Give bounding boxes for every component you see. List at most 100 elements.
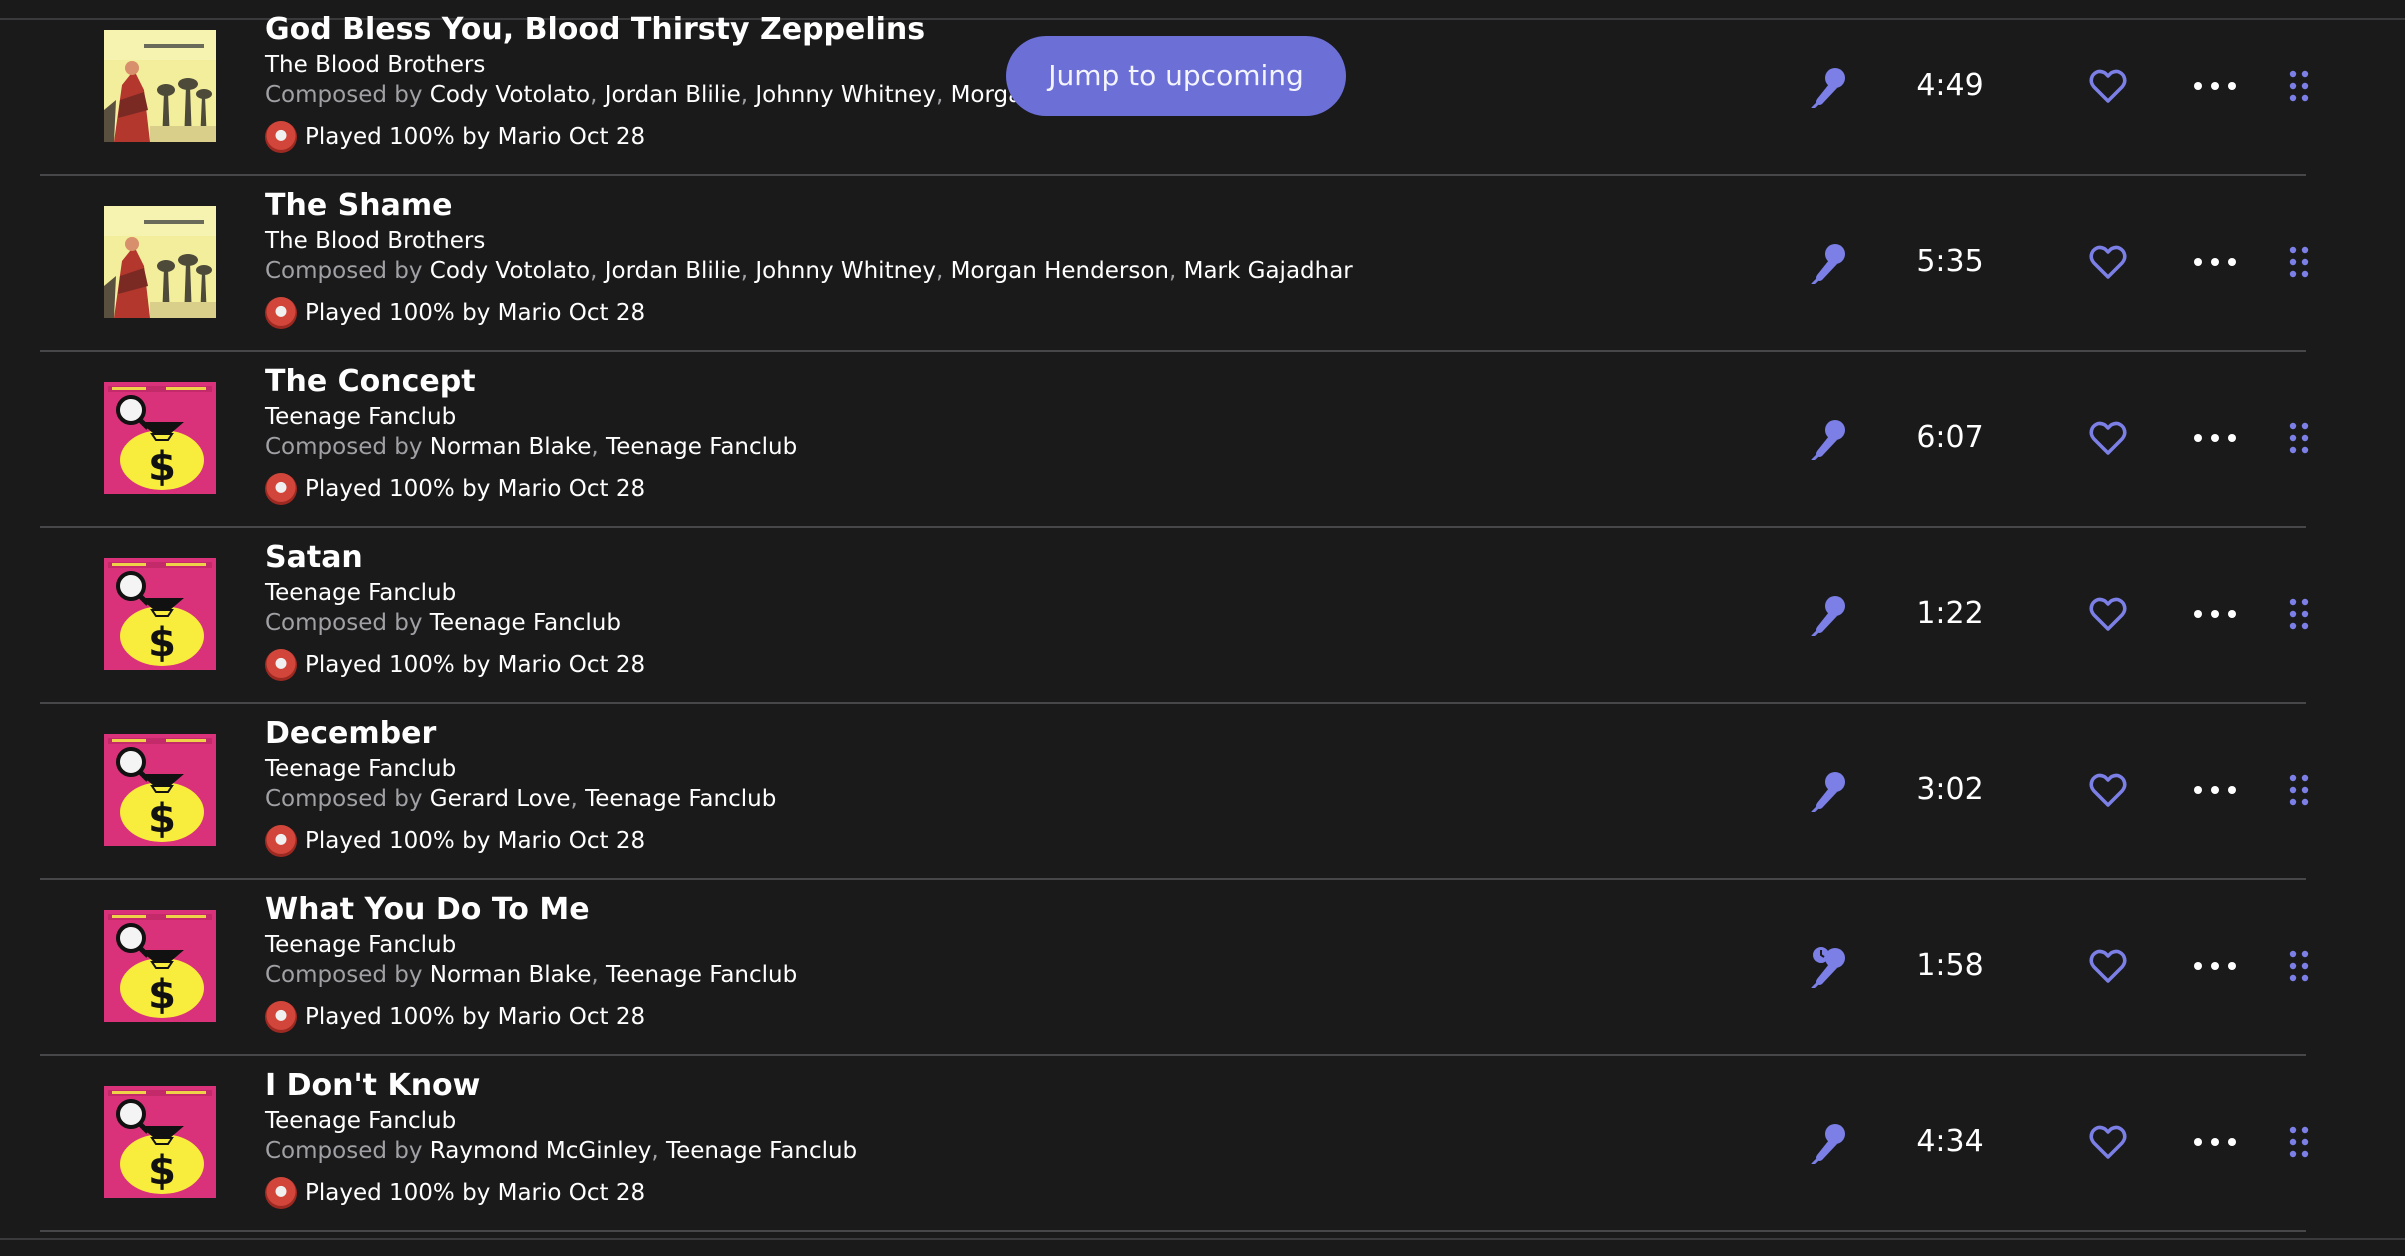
avatar xyxy=(265,297,297,329)
track-duration: 4:34 xyxy=(1916,1124,1984,1159)
composer-separator: , xyxy=(590,258,605,284)
composer-link[interactable]: Teenage Fanclub xyxy=(666,1138,857,1164)
play-history: Played 100% by Mario Oct 28 xyxy=(265,472,1765,506)
table-row[interactable]: $ December Teenage Fanclub Composed by G… xyxy=(40,704,2309,880)
more-options-icon[interactable] xyxy=(2190,594,2240,634)
composer-link[interactable]: Gerard Love xyxy=(430,786,571,812)
track-duration: 5:35 xyxy=(1916,244,1984,279)
drag-handle-icon[interactable] xyxy=(2288,594,2310,634)
more-options-icon[interactable] xyxy=(2190,770,2240,810)
table-row[interactable]: $ The Concept Teenage Fanclub Composed b… xyxy=(40,352,2309,528)
play-history: Played 100% by Mario Oct 28 xyxy=(265,120,1765,154)
jump-to-upcoming-button[interactable]: Jump to upcoming xyxy=(1006,36,1346,116)
heart-icon[interactable] xyxy=(2088,1122,2128,1162)
album-art[interactable]: $ xyxy=(104,734,216,846)
track-info: The Concept Teenage Fanclub Composed by … xyxy=(265,362,1765,506)
composed-by: Composed by Cody Votolato, Jordan Blilie… xyxy=(265,256,1765,286)
heart-icon[interactable] xyxy=(2088,66,2128,106)
track-artist[interactable]: Teenage Fanclub xyxy=(265,1106,1765,1136)
track-info: What You Do To Me Teenage Fanclub Compos… xyxy=(265,890,1765,1034)
heart-icon[interactable] xyxy=(2088,770,2128,810)
track-title[interactable]: What You Do To Me xyxy=(265,890,1765,930)
composer-link[interactable]: Mark Gajadhar xyxy=(1184,258,1353,284)
track-duration: 6:07 xyxy=(1916,420,1984,455)
composed-by: Composed by Teenage Fanclub xyxy=(265,608,1765,638)
microphone-icon[interactable] xyxy=(1810,768,1850,814)
composer-link[interactable]: Cody Votolato xyxy=(430,258,590,284)
album-art[interactable]: $ xyxy=(104,910,216,1022)
album-art[interactable]: $ xyxy=(104,382,216,494)
composed-by-label: Composed by xyxy=(265,258,423,284)
track-artist[interactable]: Teenage Fanclub xyxy=(265,402,1765,432)
composed-by: Composed by Raymond McGinley, Teenage Fa… xyxy=(265,1136,1765,1166)
composer-link[interactable]: Raymond McGinley xyxy=(430,1138,652,1164)
album-art[interactable] xyxy=(104,206,216,318)
track-artist[interactable]: Teenage Fanclub xyxy=(265,930,1765,960)
drag-handle-icon[interactable] xyxy=(2288,770,2310,810)
composer-link[interactable]: Morgan Henderson xyxy=(951,258,1169,284)
track-title[interactable]: The Shame xyxy=(265,186,1765,226)
composer-link[interactable]: Johnny Whitney xyxy=(755,258,936,284)
album-art[interactable] xyxy=(104,30,216,142)
more-options-icon[interactable] xyxy=(2190,1122,2240,1162)
track-artist[interactable]: The Blood Brothers xyxy=(265,226,1765,256)
track-duration: 1:58 xyxy=(1916,948,1984,983)
heart-icon[interactable] xyxy=(2088,418,2128,458)
track-info: Satan Teenage Fanclub Composed by Teenag… xyxy=(265,538,1765,682)
avatar xyxy=(265,473,297,505)
drag-handle-icon[interactable] xyxy=(2288,242,2310,282)
played-text: Played 100% by Mario Oct 28 xyxy=(305,652,646,678)
microphone-icon[interactable] xyxy=(1810,1120,1850,1166)
composer-link[interactable]: Teenage Fanclub xyxy=(430,610,621,636)
track-title[interactable]: December xyxy=(265,714,1765,754)
composer-link[interactable]: Teenage Fanclub xyxy=(585,786,776,812)
drag-handle-icon[interactable] xyxy=(2288,946,2310,986)
composer-link[interactable]: Norman Blake xyxy=(430,434,592,460)
track-artist[interactable]: Teenage Fanclub xyxy=(265,754,1765,784)
album-art[interactable]: $ xyxy=(104,558,216,670)
heart-icon[interactable] xyxy=(2088,946,2128,986)
composer-link[interactable]: Jordan Blilie xyxy=(605,82,741,108)
track-title[interactable]: Satan xyxy=(265,538,1765,578)
more-options-icon[interactable] xyxy=(2190,418,2240,458)
heart-icon[interactable] xyxy=(2088,242,2128,282)
composer-link[interactable]: Teenage Fanclub xyxy=(606,962,797,988)
composer-link[interactable]: Johnny Whitney xyxy=(755,82,936,108)
table-row[interactable]: $ I Don't Know Teenage Fanclub Composed … xyxy=(40,1056,2309,1232)
table-row[interactable]: The Shame The Blood Brothers Composed by… xyxy=(40,176,2309,352)
composer-link[interactable]: Teenage Fanclub xyxy=(606,434,797,460)
track-title[interactable]: I Don't Know xyxy=(265,1066,1765,1106)
table-row[interactable]: $ What You Do To Me Teenage Fanclub Comp… xyxy=(40,880,2309,1056)
microphone-icon[interactable] xyxy=(1810,592,1850,638)
composer-link[interactable]: Cody Votolato xyxy=(430,82,590,108)
composer-separator: , xyxy=(570,786,586,812)
microphone-icon[interactable] xyxy=(1810,416,1850,462)
composer-link[interactable]: Jordan Blilie xyxy=(605,258,741,284)
played-text: Played 100% by Mario Oct 28 xyxy=(305,1004,646,1030)
track-title[interactable]: The Concept xyxy=(265,362,1765,402)
more-options-icon[interactable] xyxy=(2190,66,2240,106)
played-text: Played 100% by Mario Oct 28 xyxy=(305,124,646,150)
more-options-icon[interactable] xyxy=(2190,242,2240,282)
drag-handle-icon[interactable] xyxy=(2288,418,2310,458)
composer-separator: , xyxy=(590,82,605,108)
heart-icon[interactable] xyxy=(2088,594,2128,634)
table-row[interactable]: $ Satan Teenage Fanclub Composed by Teen… xyxy=(40,528,2309,704)
composer-link[interactable]: Norman Blake xyxy=(430,962,592,988)
composed-by: Composed by Norman Blake, Teenage Fanclu… xyxy=(265,432,1765,462)
composed-by: Composed by Gerard Love, Teenage Fanclub xyxy=(265,784,1765,814)
composer-separator: , xyxy=(740,82,756,108)
more-options-icon[interactable] xyxy=(2190,946,2240,986)
lyrics-pending-icon[interactable] xyxy=(1810,944,1850,990)
play-history: Played 100% by Mario Oct 28 xyxy=(265,824,1765,858)
microphone-icon[interactable] xyxy=(1810,240,1850,286)
track-artist[interactable]: Teenage Fanclub xyxy=(265,578,1765,608)
track-title[interactable]: God Bless You, Blood Thirsty Zeppelins xyxy=(265,10,1765,50)
played-text: Played 100% by Mario Oct 28 xyxy=(305,828,646,854)
svg-text:$: $ xyxy=(148,1148,176,1194)
drag-handle-icon[interactable] xyxy=(2288,1122,2310,1162)
drag-handle-icon[interactable] xyxy=(2288,66,2310,106)
microphone-icon[interactable] xyxy=(1810,64,1850,110)
play-history: Played 100% by Mario Oct 28 xyxy=(265,648,1765,682)
album-art[interactable]: $ xyxy=(104,1086,216,1198)
